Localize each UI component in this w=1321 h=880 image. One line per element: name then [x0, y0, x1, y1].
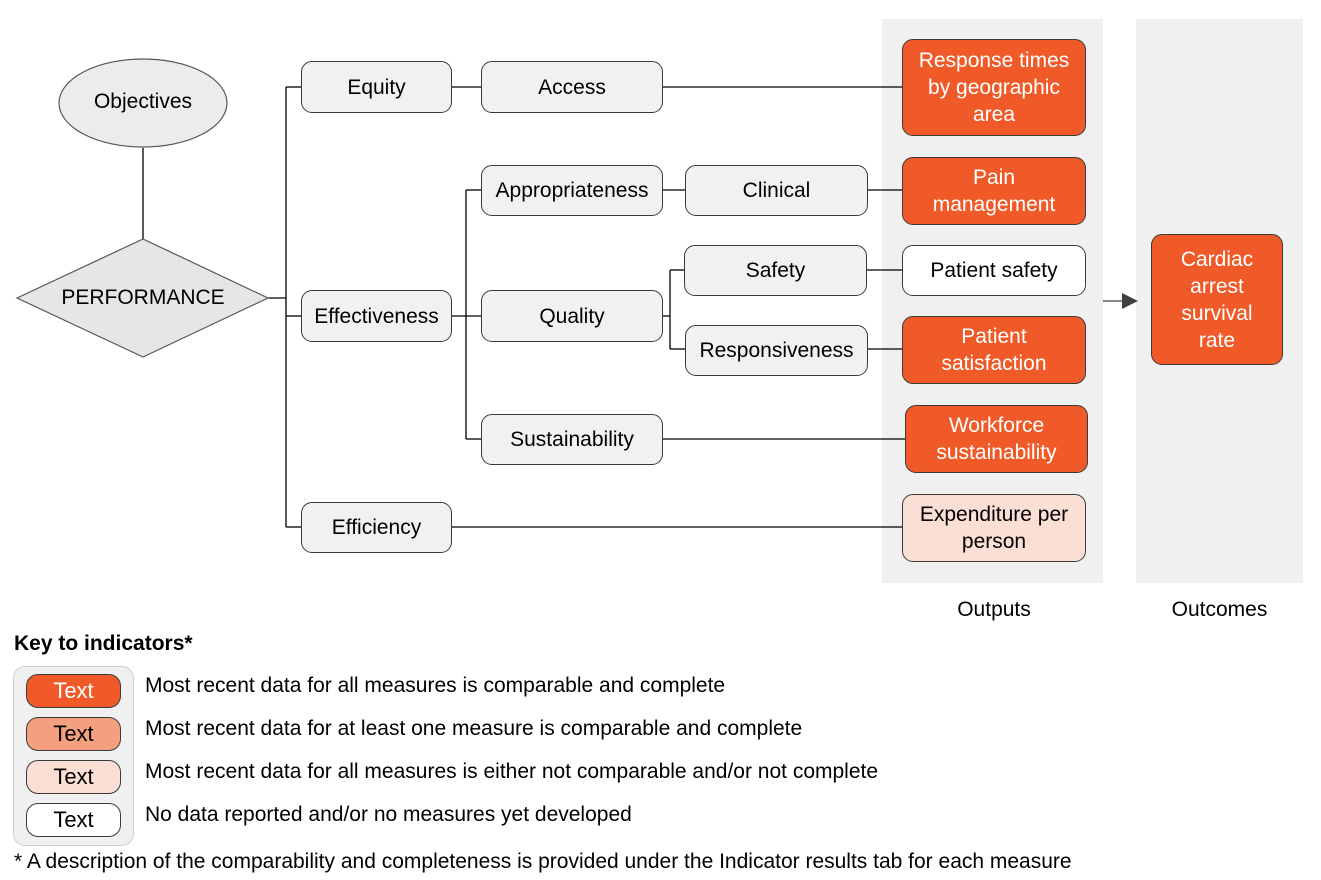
key-swatch-none: Text — [26, 803, 121, 837]
node-safety[interactable]: Safety — [684, 245, 867, 296]
arrow-head-icon — [1122, 293, 1138, 309]
output-patient-satisfaction[interactable]: Patient satisfaction — [902, 316, 1086, 384]
key-description-partial: Most recent data for at least one measur… — [145, 717, 803, 740]
output-workforce-sustainability[interactable]: Workforce sustainability — [905, 405, 1088, 473]
output-pain-management[interactable]: Pain management — [902, 157, 1086, 225]
node-appropriateness[interactable]: Appropriateness — [481, 165, 663, 216]
node-quality[interactable]: Quality — [481, 290, 663, 342]
key-title: Key to indicators* — [14, 632, 193, 655]
node-effectiveness[interactable]: Effectiveness — [301, 290, 452, 342]
key-description-light: Most recent data for all measures is eit… — [145, 760, 879, 783]
node-access[interactable]: Access — [481, 61, 663, 113]
output-expenditure-per-person[interactable]: Expenditure per person — [902, 494, 1086, 562]
node-equity[interactable]: Equity — [301, 61, 452, 113]
key-description-none: No data reported and/or no measures yet … — [145, 803, 632, 826]
performance-label: PERFORMANCE — [61, 286, 225, 309]
output-patient-safety[interactable]: Patient safety — [902, 245, 1086, 296]
objectives-label: Objectives — [93, 90, 193, 113]
outputs-column-label: Outputs — [957, 598, 1031, 621]
node-responsiveness[interactable]: Responsiveness — [685, 325, 868, 376]
node-sustainability[interactable]: Sustainability — [481, 414, 663, 465]
outcomes-column-label: Outcomes — [1171, 598, 1268, 621]
footnote: * A description of the comparability and… — [14, 850, 1072, 873]
output-response-times[interactable]: Response times by geographic area — [902, 39, 1086, 136]
node-clinical[interactable]: Clinical — [685, 165, 868, 216]
key-description-full: Most recent data for all measures is com… — [145, 674, 726, 697]
key-swatch-partial: Text — [26, 717, 121, 751]
key-swatch-light: Text — [26, 760, 121, 794]
node-efficiency[interactable]: Efficiency — [301, 502, 452, 553]
outcome-cardiac-arrest-survival[interactable]: Cardiac arrest survival rate — [1151, 234, 1283, 365]
key-swatch-full: Text — [26, 674, 121, 708]
